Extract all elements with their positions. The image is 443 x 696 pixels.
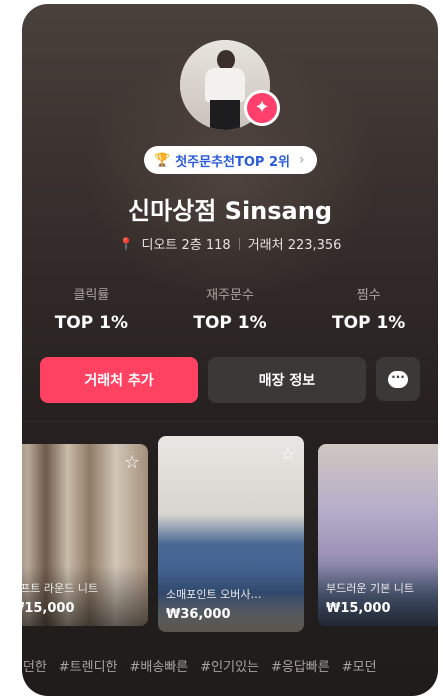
store-name: 신마상점 Sinsang [127, 197, 333, 225]
tag[interactable]: #트렌디한 [59, 656, 118, 675]
tag[interactable]: #인기있는 [200, 656, 259, 675]
store-stats: 클릭률 TOP 1% 재주문수 TOP 1% 찜수 TOP 1% [22, 284, 438, 333]
stat-reorders: 재주문수 TOP 1% [161, 284, 300, 333]
chevron-right-icon: › [298, 152, 305, 168]
product-price: ₩15,000 [326, 601, 391, 616]
trophy-icon: 🏆 [154, 152, 171, 168]
tag[interactable]: #응답빠른 [271, 656, 330, 675]
store-location: 디오트 2층 118 [141, 238, 231, 253]
product-name: 소프트 라운드 니트 [22, 582, 98, 595]
product-card[interactable]: ☆ 소프트 라운드 니트 ₩15,000 [22, 444, 148, 626]
tag[interactable]: #배송빠른 [130, 656, 189, 675]
star-icon[interactable]: ☆ [280, 444, 296, 465]
stat-value: TOP 1% [332, 313, 406, 333]
store-meta: 📍 디오트 2층 118 거래처 223,356 [22, 234, 438, 254]
tag[interactable]: #모던한 [22, 656, 47, 675]
tag[interactable]: #모던 [342, 656, 377, 675]
action-row: 거래처 추가 매장 정보 ··· [40, 357, 420, 403]
chat-button[interactable]: ··· [376, 357, 420, 401]
sparkle-badge-icon: ✦ [244, 90, 280, 126]
chat-bubble-icon: ··· [388, 370, 408, 388]
product-price: ₩15,000 [22, 601, 75, 616]
store-card: ✦ 🏆 첫주문추천TOP 2위 › 신마상점 Sinsang 📍 디오트 2층 … [22, 4, 438, 696]
stat-label: 재주문수 [206, 288, 254, 303]
product-card[interactable]: ☆ 소매포인트 오버사… ₩36,000 [158, 436, 304, 632]
stat-label: 클릭률 [73, 288, 110, 303]
stat-label: 찜수 [356, 288, 381, 303]
product-price: ₩36,000 [166, 607, 231, 622]
stat-favorites: 찜수 TOP 1% [299, 284, 438, 333]
store-info-button[interactable]: 매장 정보 [208, 357, 366, 403]
star-icon[interactable]: ☆ [124, 452, 140, 473]
location-pin-icon: 📍 [118, 236, 134, 251]
tag-list: #모던한 #트렌디한 #배송빠른 #인기있는 #응답빠른 #모던 [22, 656, 377, 675]
rank-badge-label: 첫주문추천TOP 2위 [175, 154, 290, 170]
meta-divider [238, 237, 240, 250]
section-divider [22, 421, 438, 422]
product-card[interactable]: ☆ 부드러운 기본 니트 ₩15,000 [318, 444, 438, 626]
stat-value: TOP 1% [193, 313, 267, 333]
add-partner-button[interactable]: 거래처 추가 [40, 357, 198, 403]
rank-badge-button[interactable]: 🏆 첫주문추천TOP 2위 › [144, 146, 317, 174]
stat-value: TOP 1% [54, 313, 128, 333]
product-name: 부드러운 기본 니트 [326, 582, 414, 595]
product-name: 소매포인트 오버사… [166, 588, 262, 601]
partner-count: 거래처 223,356 [247, 238, 342, 253]
stat-click-rate: 클릭률 TOP 1% [22, 284, 161, 333]
